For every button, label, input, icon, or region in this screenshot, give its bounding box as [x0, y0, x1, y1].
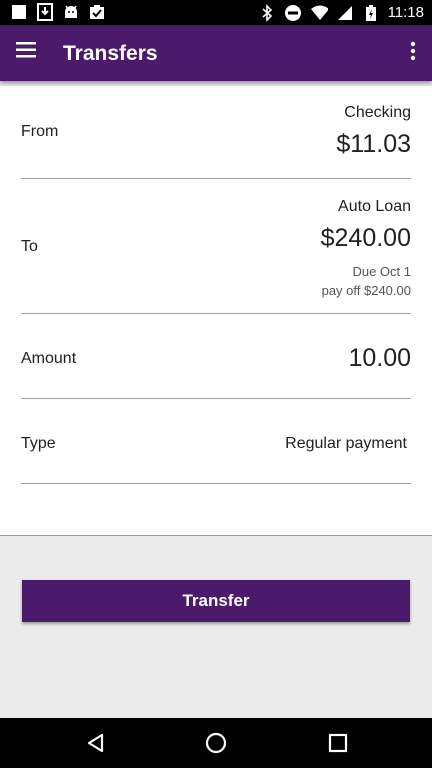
amount-label: Amount [21, 350, 77, 367]
amount-field[interactable]: 10.00 [348, 344, 411, 373]
app-bar: Transfers [0, 25, 432, 81]
transfer-form-card: From Checking $11.03 To Auto Loan $240.0… [0, 86, 432, 536]
status-bar: 11:18 [0, 0, 432, 25]
back-triangle-icon[interactable] [84, 731, 108, 755]
to-label: To [21, 238, 38, 255]
type-row[interactable]: Type Regular payment [21, 399, 411, 484]
hamburger-menu-icon[interactable] [16, 41, 42, 65]
to-account-row[interactable]: To Auto Loan $240.00 Due Oct 1 pay off $… [21, 179, 411, 314]
signal-icon [336, 4, 354, 22]
from-account-name: Checking [344, 104, 411, 121]
system-nav-bar [0, 718, 432, 768]
android-icon [62, 3, 80, 21]
home-circle-icon[interactable] [204, 731, 228, 755]
more-vertical-icon[interactable] [410, 41, 422, 65]
to-payoff-amount: pay off $240.00 [321, 283, 411, 298]
battery-charging-icon [362, 4, 380, 22]
square-notification-icon [10, 3, 28, 21]
type-label: Type [21, 435, 56, 452]
do-not-disturb-icon [284, 4, 302, 22]
bluetooth-icon [258, 3, 276, 22]
to-account-balance: $240.00 [320, 224, 411, 252]
from-account-balance: $11.03 [336, 130, 411, 158]
transfer-button[interactable]: Transfer [22, 580, 410, 622]
wifi-icon [310, 4, 328, 22]
amount-row[interactable]: Amount 10.00 [21, 314, 411, 399]
clipboard-check-icon [88, 3, 106, 21]
clock-time: 11:18 [387, 4, 424, 21]
page-title: Transfers [63, 42, 158, 65]
type-value[interactable]: Regular payment [285, 435, 407, 453]
recents-square-icon[interactable] [326, 731, 350, 755]
download-icon [36, 3, 54, 21]
to-account-name: Auto Loan [338, 198, 411, 215]
from-account-row[interactable]: From Checking $11.03 [21, 86, 411, 179]
from-label: From [21, 123, 59, 140]
to-due-date: Due Oct 1 [352, 264, 411, 279]
